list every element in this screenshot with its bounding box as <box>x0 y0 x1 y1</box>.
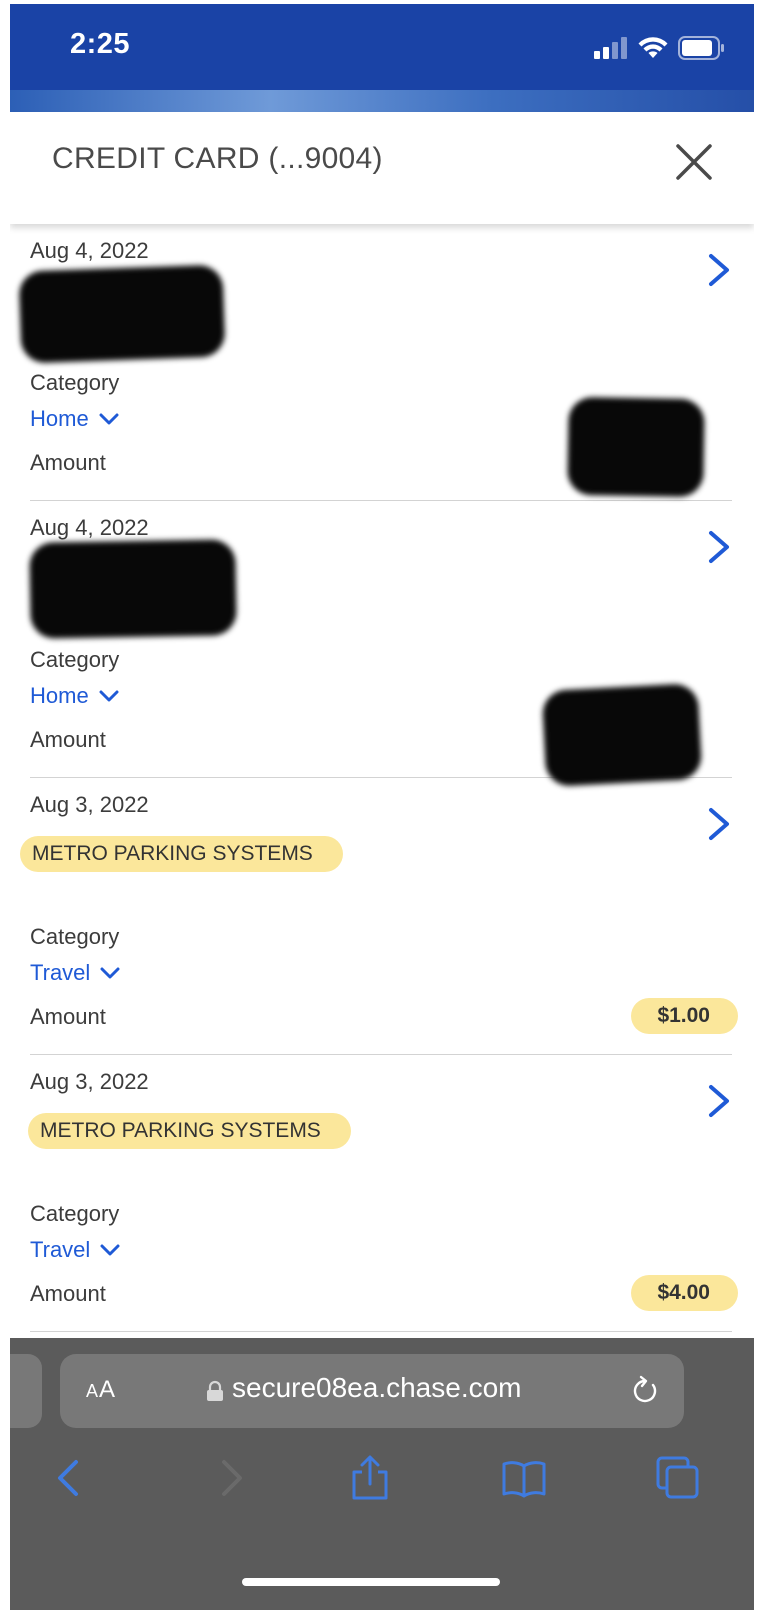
cellular-signal-icon <box>594 37 627 59</box>
chevron-right-icon[interactable] <box>706 529 732 565</box>
transaction-date: Aug 3, 2022 <box>30 1069 149 1094</box>
category-value: Home <box>30 406 89 431</box>
home-indicator[interactable] <box>242 1578 500 1586</box>
redacted-merchant <box>29 539 237 639</box>
chevron-right-icon[interactable] <box>706 806 732 842</box>
tabs-icon[interactable] <box>654 1454 702 1502</box>
category-dropdown[interactable]: Travel <box>30 1237 120 1263</box>
chevron-right-icon[interactable] <box>706 1083 732 1119</box>
transaction-row[interactable]: Aug 4, 2022 Category Home Amount <box>29 501 732 788</box>
merchant-name: METRO PARKING SYSTEMS <box>28 1113 351 1149</box>
chevron-right-icon[interactable] <box>706 252 732 288</box>
category-value: Home <box>30 683 89 708</box>
status-icons <box>594 34 724 62</box>
amount-label: Amount <box>30 1004 106 1029</box>
bookmarks-icon[interactable] <box>500 1454 548 1502</box>
category-label: Category <box>30 1201 120 1226</box>
category-label: Category <box>30 647 120 672</box>
transaction-row[interactable]: Aug 3, 2022 METRO PARKING SYSTEMS Catego… <box>28 1055 738 1332</box>
transaction-date: Aug 4, 2022 <box>30 238 149 263</box>
amount-label: Amount <box>30 727 106 752</box>
wifi-icon <box>638 37 668 58</box>
redacted-amount <box>567 396 705 498</box>
status-bar: 2:25 <box>10 4 754 90</box>
modal-header: CREDIT CARD (...9004) <box>10 112 754 224</box>
transaction-list: Aug 4, 2022 Category Home Amount Aug 4, … <box>10 224 754 1332</box>
redacted-amount <box>541 682 703 788</box>
url-text: secure08ea.chase.com <box>232 1372 522 1403</box>
browser-toolbar: AA secure08ea.chase.com <box>10 1338 754 1610</box>
previous-tab-preview[interactable] <box>10 1354 42 1428</box>
chevron-down-icon <box>99 690 119 702</box>
back-icon[interactable] <box>46 1454 94 1502</box>
merchant-name: METRO PARKING SYSTEMS <box>20 836 343 872</box>
close-icon <box>676 144 712 180</box>
transaction-date: Aug 4, 2022 <box>30 515 149 540</box>
browser-nav-row <box>10 1454 754 1510</box>
address-bar[interactable]: AA secure08ea.chase.com <box>60 1354 684 1428</box>
amount-value: $4.00 <box>631 1275 738 1311</box>
category-dropdown[interactable]: Travel <box>30 960 120 986</box>
page-title: CREDIT CARD (...9004) <box>52 142 383 175</box>
share-icon[interactable] <box>346 1454 394 1502</box>
chevron-down-icon <box>100 967 120 979</box>
lock-icon <box>207 1380 223 1401</box>
category-dropdown[interactable]: Home <box>30 406 119 432</box>
transaction-date: Aug 3, 2022 <box>30 792 149 817</box>
forward-icon[interactable] <box>206 1454 254 1502</box>
status-time: 2:25 <box>70 28 131 60</box>
amount-value: $1.00 <box>631 998 738 1034</box>
category-label: Category <box>30 924 120 949</box>
redacted-merchant <box>18 264 226 364</box>
category-dropdown[interactable]: Home <box>30 683 119 709</box>
category-value: Travel <box>30 1237 91 1262</box>
chevron-down-icon <box>100 1244 120 1256</box>
page-top-strip <box>10 90 754 112</box>
transaction-row[interactable]: Aug 4, 2022 Category Home Amount <box>18 224 732 501</box>
chevron-down-icon <box>99 413 119 425</box>
close-button[interactable] <box>670 138 718 186</box>
transaction-row[interactable]: Aug 3, 2022 METRO PARKING SYSTEMS Catego… <box>20 778 738 1055</box>
text-size-button[interactable]: AA <box>86 1376 116 1404</box>
amount-label: Amount <box>30 450 106 475</box>
category-label: Category <box>30 370 120 395</box>
battery-icon <box>678 36 724 60</box>
category-value: Travel <box>30 960 91 985</box>
amount-label: Amount <box>30 1281 106 1306</box>
phone-screen: 2:25 CREDIT CARD (...9004) Aug 4, 2022 C… <box>10 4 754 1610</box>
reload-icon[interactable] <box>628 1374 662 1408</box>
